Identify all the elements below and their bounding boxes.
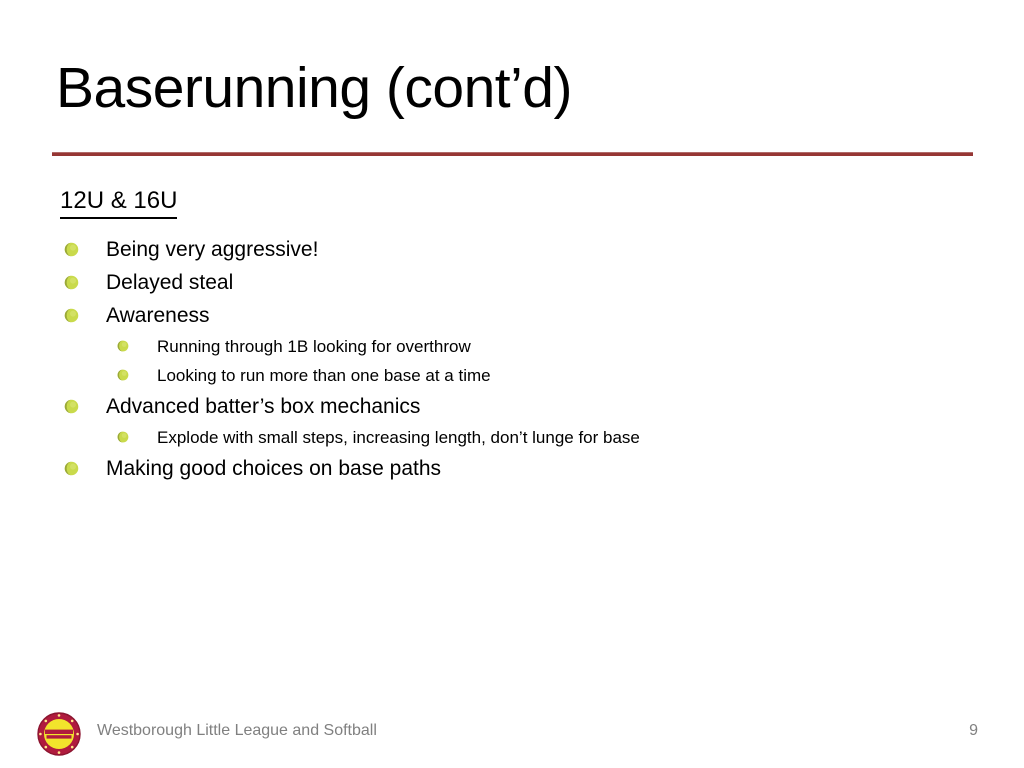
list-item: Explode with small steps, increasing len…	[113, 423, 986, 452]
body-content: 12U & 16U Being very aggressive! Delayed…	[56, 186, 986, 485]
softball-bullet-icon	[64, 308, 79, 323]
title-divider	[52, 152, 973, 156]
title-block: Baserunning (cont’d)	[56, 52, 976, 144]
footer-organization-label: Westborough Little League and Softball	[97, 722, 377, 739]
list-item-label: Looking to run more than one base at a t…	[157, 366, 491, 385]
list-item-label: Advanced batter’s box mechanics	[106, 395, 421, 418]
list-item: Delayed steal	[62, 266, 986, 299]
list-item-label: Being very aggressive!	[106, 238, 319, 261]
bullet-list: Being very aggressive! Delayed steal Awa…	[56, 233, 986, 485]
list-item: Looking to run more than one base at a t…	[113, 361, 986, 390]
list-item-label: Running through 1B looking for overthrow	[157, 337, 471, 356]
page-number: 9	[969, 722, 978, 739]
list-item: Awareness	[62, 299, 986, 332]
slide-footer: Westborough Little League and Softball 9	[0, 704, 1024, 768]
softball-bullet-icon	[64, 399, 79, 414]
list-item: Running through 1B looking for overthrow	[113, 332, 986, 361]
list-item: Making good choices on base paths	[62, 452, 986, 485]
softball-bullet-icon	[64, 461, 79, 476]
softball-bullet-icon	[64, 242, 79, 257]
westborough-softball-logo-icon	[37, 712, 81, 756]
list-item-label: Making good choices on base paths	[106, 457, 442, 480]
softball-bullet-icon	[117, 340, 129, 352]
softball-bullet-icon	[117, 369, 129, 381]
page-title: Baserunning (cont’d)	[56, 56, 572, 120]
slide: Baserunning (cont’d) 12U & 16U Being ver…	[0, 0, 1024, 768]
list-item-label: Delayed steal	[106, 271, 234, 294]
list-item-label: Explode with small steps, increasing len…	[157, 428, 640, 447]
softball-bullet-icon	[117, 431, 129, 443]
list-item: Advanced batter’s box mechanics	[62, 390, 986, 423]
section-heading: 12U & 16U	[60, 186, 178, 219]
list-item: Being very aggressive!	[62, 233, 986, 266]
softball-bullet-icon	[64, 275, 79, 290]
list-item-label: Awareness	[106, 304, 210, 327]
